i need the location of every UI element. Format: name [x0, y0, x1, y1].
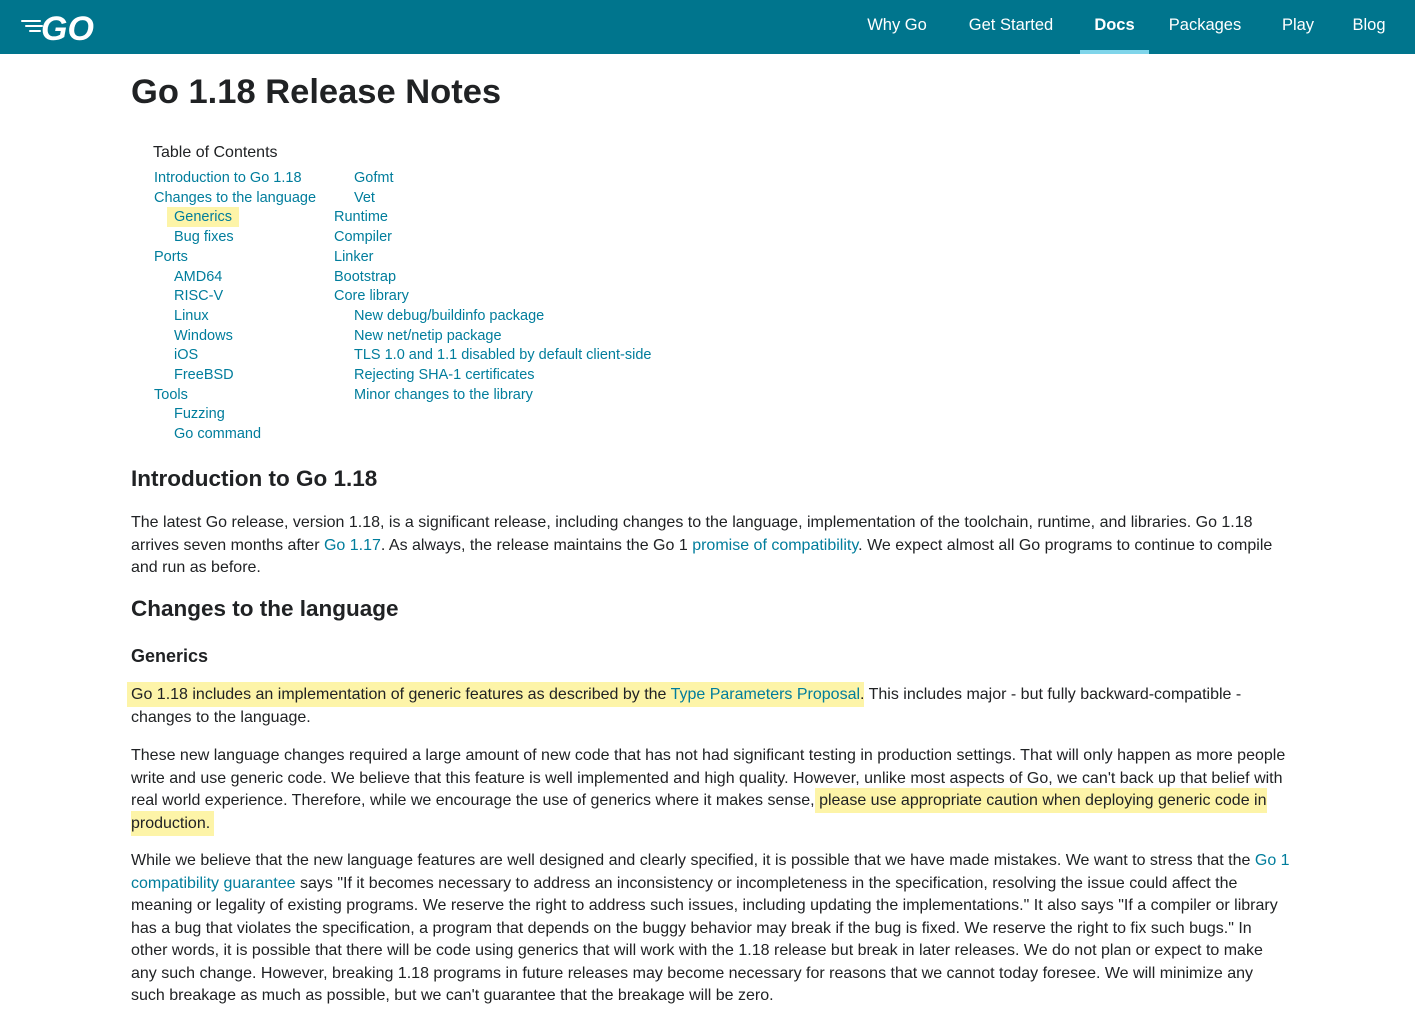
toc-link-label: Tools	[154, 386, 188, 403]
toc-link-bootstrap[interactable]: Bootstrap	[334, 268, 396, 287]
nav-blog[interactable]: Blog	[1344, 0, 1394, 54]
toc-link-label: Changes to the language	[154, 189, 317, 206]
toc-link-vet[interactable]: Vet	[354, 189, 375, 208]
nav-play[interactable]: Play	[1275, 0, 1321, 54]
section-heading-language: Changes to the language	[131, 596, 399, 621]
toc-link-gofmt[interactable]: Gofmt	[354, 169, 393, 188]
intro-text-2: . As always, the release maintains the G…	[380, 536, 693, 554]
toc-link-label: Go command	[174, 426, 262, 443]
toc-link-label: Generics	[167, 207, 240, 228]
page-title: Go 1.18 Release Notes	[131, 73, 502, 111]
toc-link-risc-v[interactable]: RISC-V	[174, 287, 223, 306]
toc-link-label: TLS 1.0 and 1.1 disabled by default clie…	[354, 347, 652, 364]
toc-link-tools[interactable]: Tools	[154, 386, 188, 405]
toc-link-label: Bootstrap	[334, 268, 397, 285]
toc-link-label: Gofmt	[354, 170, 394, 186]
generics-text-5: says "If it becomes necessary to address…	[131, 874, 1278, 1005]
toc-link-minor-changes-to-the-library[interactable]: Minor changes to the library	[354, 386, 533, 405]
toc-link-label: Fuzzing	[174, 406, 225, 423]
generics-paragraph-2: These new language changes required a la…	[131, 745, 1291, 835]
toc-link-compiler[interactable]: Compiler	[334, 228, 392, 247]
speed-lines-icon	[21, 20, 43, 32]
toc-link-windows[interactable]: Windows	[174, 327, 233, 346]
toc-link-label: Runtime	[334, 209, 388, 226]
toc-link-label: Linker	[334, 248, 374, 265]
toc-link-label: RISC-V	[174, 288, 224, 305]
toc-link-introduction-to-go-1-18[interactable]: Introduction to Go 1.18	[154, 169, 302, 188]
nav-packages[interactable]: Packages	[1163, 0, 1247, 54]
generics-text-1: Go 1.18 includes an implementation of ge…	[131, 686, 671, 703]
go-logo[interactable]: GO	[20, 8, 106, 46]
toc-link-fuzzing[interactable]: Fuzzing	[174, 405, 225, 424]
toc-link-linker[interactable]: Linker	[334, 248, 374, 267]
highlighted-text: Go 1.18 includes an implementation of ge…	[131, 686, 861, 703]
link-type-parameters-proposal[interactable]: Type Parameters Proposal	[671, 686, 860, 703]
nav-docs[interactable]: Docs	[1080, 0, 1149, 54]
nav-get-started[interactable]: Get Started	[963, 0, 1059, 54]
section-heading-introduction: Introduction to Go 1.18	[131, 466, 378, 491]
toc-link-ports[interactable]: Ports	[154, 248, 188, 267]
generics-paragraph-3: While we believe that the new language f…	[131, 850, 1291, 1008]
toc-link-new-debug-buildinfo-package[interactable]: New debug/buildinfo package	[354, 307, 544, 326]
toc-link-bug-fixes[interactable]: Bug fixes	[174, 228, 234, 247]
link-go-1-17[interactable]: Go 1.17	[324, 537, 381, 554]
toc-link-go-command[interactable]: Go command	[174, 425, 261, 444]
nav-why-go[interactable]: Why Go	[861, 0, 933, 54]
toc-link-amd64[interactable]: AMD64	[174, 268, 222, 287]
toc-link-label: Vet	[354, 189, 375, 206]
toc-link-label: Introduction to Go 1.18	[154, 170, 302, 186]
intro-paragraph: The latest Go release, version 1.18, is …	[131, 512, 1291, 580]
logo-text: GO	[41, 10, 94, 46]
toc-title: Table of Contents	[153, 144, 278, 161]
toc-link-linux[interactable]: Linux	[174, 307, 209, 326]
toc-link-label: Bug fixes	[174, 229, 234, 246]
toc-link-new-net-netip-package[interactable]: New net/netip package	[354, 327, 502, 346]
toc-link-label: iOS	[174, 347, 199, 364]
toc-link-label: FreeBSD	[174, 367, 234, 383]
toc-link-rejecting-sha-1-certificates[interactable]: Rejecting SHA-1 certificates	[354, 366, 535, 385]
site-header: GO Why Go Get Started Docs Packages Play Blog	[0, 0, 1415, 54]
toc-link-label: Compiler	[334, 229, 393, 246]
toc-link-label: Ports	[154, 248, 188, 265]
toc-link-label: Linux	[174, 307, 209, 324]
link-promise-of-compatibility[interactable]: promise of compatibility	[692, 537, 858, 554]
generics-text-4: While we believe that the new language f…	[131, 852, 1255, 869]
toc-link-label: Windows	[174, 327, 233, 344]
toc-link-label: New net/netip package	[354, 327, 502, 344]
toc-link-label: Minor changes to the library	[354, 386, 533, 403]
section-heading-generics: Generics	[131, 646, 209, 666]
toc-link-label: New debug/buildinfo package	[354, 307, 545, 324]
toc-link-core-library[interactable]: Core library	[334, 287, 409, 306]
toc-link-label: Core library	[334, 288, 409, 305]
toc-link-changes-to-the-language[interactable]: Changes to the language	[154, 189, 316, 208]
toc-link-runtime[interactable]: Runtime	[334, 208, 388, 227]
generics-paragraph-1: Go 1.18 includes an implementation of ge…	[131, 684, 1291, 729]
toc-link-ios[interactable]: iOS	[174, 346, 198, 365]
toc-link-tls-1-0-and-1-1-disabled-by-default-client-side[interactable]: TLS 1.0 and 1.1 disabled by default clie…	[354, 346, 651, 365]
toc-link-label: Rejecting SHA-1 certificates	[354, 367, 535, 383]
toc-link-freebsd[interactable]: FreeBSD	[174, 366, 234, 385]
toc-link-label: AMD64	[174, 268, 223, 285]
toc-link-generics[interactable]: Generics	[167, 207, 240, 228]
